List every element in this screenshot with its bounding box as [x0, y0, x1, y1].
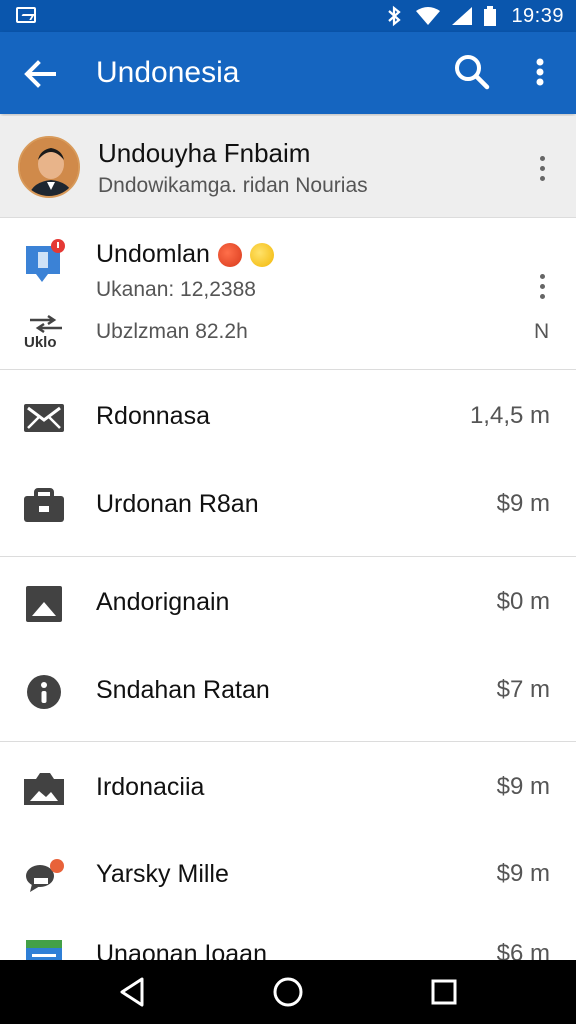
list-item[interactable]: Rdonnasa 1,4,5 m — [0, 374, 576, 462]
list-item-value: $9 m — [496, 490, 550, 517]
notification-line-1: Ukanan: 12,2388 — [96, 278, 256, 301]
bluetooth-icon — [388, 5, 402, 27]
list-item-label: Urdonan R8an — [96, 490, 259, 518]
notification-line-2: Ubzlzman 82.2h — [96, 320, 248, 343]
wifi-icon — [416, 7, 441, 25]
notification-menu-icon[interactable] — [530, 266, 554, 306]
list-item-label: Sndahan Ratan — [96, 676, 270, 704]
list-item-label: Rdonnasa — [96, 402, 210, 430]
back-arrow-icon[interactable] — [20, 54, 60, 94]
tomato-emoji-icon — [217, 242, 242, 267]
list-item-label: Yarsky Mille — [96, 860, 229, 888]
photo-notification-icon — [16, 7, 36, 23]
list-item-value: $9 m — [496, 860, 550, 887]
image-icon — [26, 586, 62, 622]
list-item-label: Andorignain — [96, 588, 230, 616]
folder-image-icon — [24, 773, 64, 805]
list-item[interactable]: Irdonaciia $9 m — [0, 745, 576, 833]
account-name: Undouyha Fnbaim — [98, 138, 311, 168]
page-title: Undonesia — [96, 56, 240, 89]
list-item[interactable]: Sndahan Ratan $7 m — [0, 648, 576, 736]
list-item[interactable]: Urdonan R8an $9 m — [0, 462, 576, 550]
message-badge-icon — [26, 239, 65, 282]
status-icons: 19:39 — [383, 0, 564, 32]
battery-icon — [484, 6, 497, 26]
list-item[interactable]: Andorignain $0 m — [0, 560, 576, 648]
list-item-value: $6 m — [496, 940, 550, 960]
info-icon — [27, 675, 61, 709]
avatar — [18, 136, 80, 198]
notification-title: Undomlan — [96, 240, 274, 269]
section-divider — [0, 556, 576, 557]
list-item-value: $9 m — [496, 773, 550, 800]
mail-icon — [24, 404, 64, 432]
list-item-value: $0 m — [496, 588, 550, 615]
account-row[interactable]: Undouyha Fnbaim Dndowikamga. ridan Nouri… — [0, 116, 576, 218]
notification-card[interactable]: Undomlan Ukanan: 12,2388 Uklo Ubzlzman 8… — [0, 218, 576, 370]
search-icon[interactable] — [452, 52, 492, 92]
list-item-label: Irdonaciia — [96, 773, 205, 801]
overflow-menu-icon[interactable] — [524, 52, 556, 92]
document-icon — [26, 940, 62, 960]
signal-icon — [452, 7, 473, 25]
section-divider — [0, 741, 576, 742]
transfer-icon — [30, 314, 62, 334]
account-subtitle: Dndowikamga. ridan Nourias — [98, 174, 368, 197]
briefcase-icon — [24, 488, 64, 522]
transfer-icon-label: Uklo — [24, 334, 57, 351]
nav-back-icon[interactable] — [114, 974, 150, 1010]
nav-recents-icon[interactable] — [426, 974, 462, 1010]
status-time: 19:39 — [511, 4, 564, 27]
status-bar: 19:39 — [0, 0, 576, 32]
smiley-emoji-icon — [249, 242, 274, 267]
list-item[interactable]: Unaonan Ioaan $6 m — [0, 916, 576, 960]
system-navigation-bar — [0, 960, 576, 1024]
list-item-label: Unaonan Ioaan — [96, 940, 267, 960]
notification-trailing: N — [534, 320, 550, 343]
list-item[interactable]: Yarsky Mille $9 m — [0, 832, 576, 920]
list-item-value: $7 m — [496, 676, 550, 703]
app-bar: Undonesia — [0, 32, 576, 114]
account-menu-icon[interactable] — [530, 148, 554, 188]
notification-title-text: Undomlan — [96, 240, 210, 268]
chat-icon — [26, 859, 64, 892]
list-item-value: 1,4,5 m — [469, 402, 550, 429]
nav-home-icon[interactable] — [270, 974, 306, 1010]
